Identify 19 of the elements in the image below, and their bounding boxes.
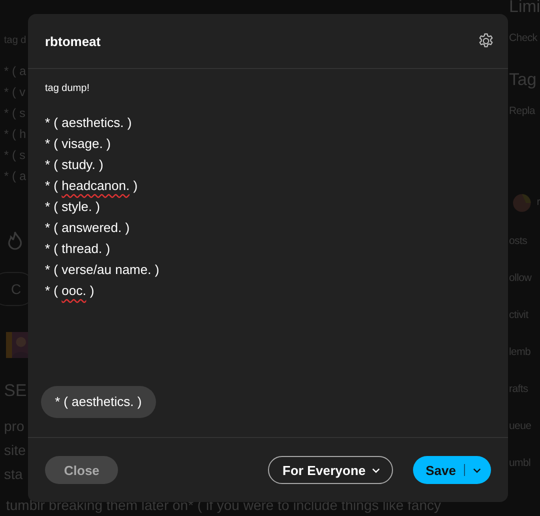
post-text: tag dump! <box>45 83 90 94</box>
text-line: * ( ooc. ) <box>45 282 94 300</box>
tag-chip[interactable]: * ( aesthetics. ) <box>41 386 156 418</box>
audience-dropdown[interactable]: For Everyone <box>268 456 393 484</box>
caret-icon <box>473 468 481 472</box>
text-line: * ( headcanon. ) <box>45 177 138 195</box>
flame-icon <box>7 231 23 251</box>
text-line: * ( thread. ) <box>45 240 110 258</box>
text-line: * ( aesthetics. ) <box>45 114 132 132</box>
caret-icon <box>372 468 380 472</box>
close-button[interactable]: Close <box>45 456 118 484</box>
text-line: * ( answered. ) <box>45 219 130 237</box>
settings-icon[interactable] <box>477 32 495 50</box>
text-line: * ( study. ) <box>45 156 104 174</box>
save-button[interactable]: Save <box>412 456 491 484</box>
text-line: * ( style. ) <box>45 198 100 216</box>
blog-name: rbtomeat <box>45 34 102 48</box>
text-line: * ( verse/au name. ) <box>45 261 160 279</box>
text-line: * ( visage. ) <box>45 135 111 153</box>
